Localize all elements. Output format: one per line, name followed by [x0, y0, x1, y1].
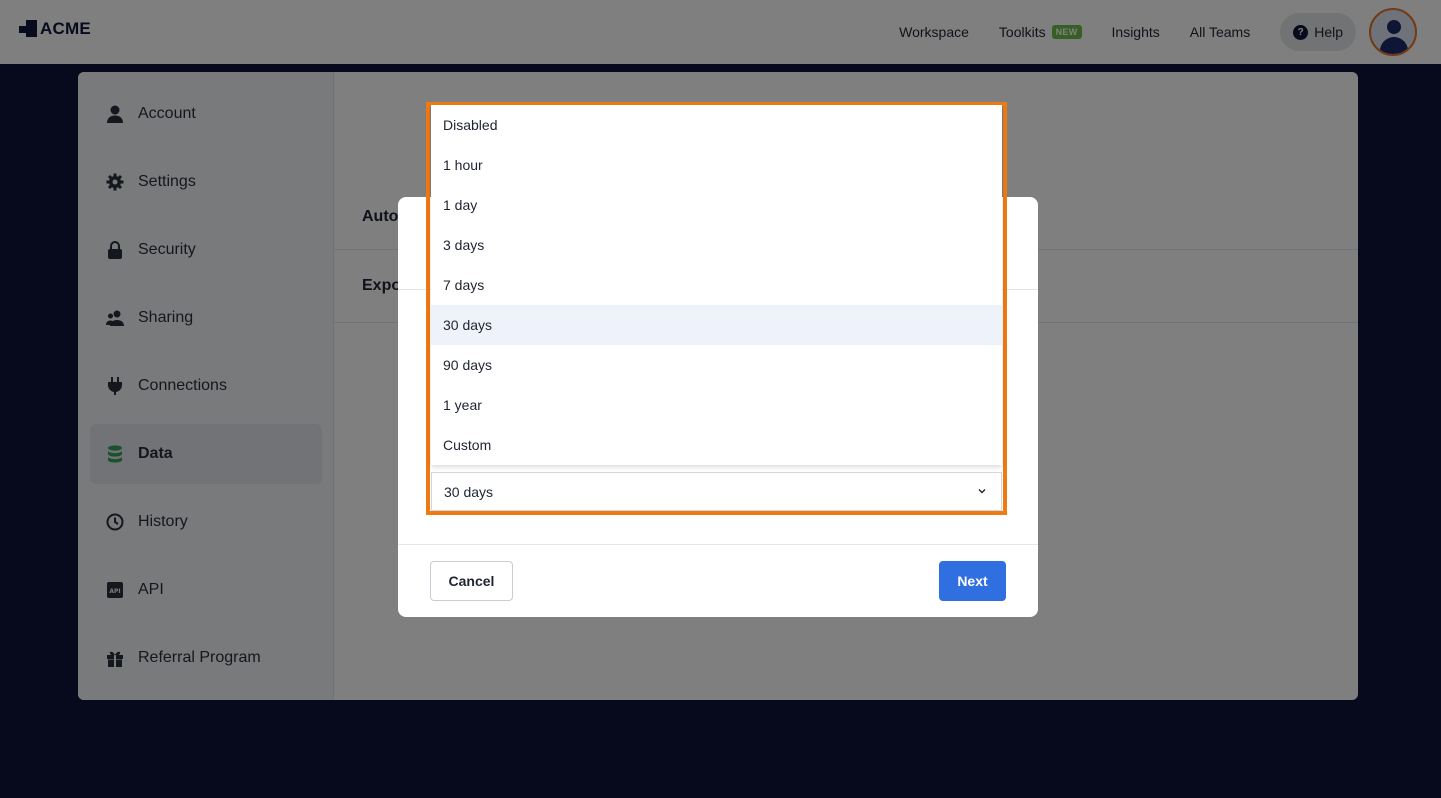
select-value: 30 days [444, 483, 494, 500]
dropdown-option-1-hour[interactable]: 1 hour [431, 145, 1002, 185]
next-button[interactable]: Next [939, 561, 1006, 601]
dropdown-option-3-days[interactable]: 3 days [431, 225, 1002, 265]
dropdown-option-custom[interactable]: Custom [431, 425, 1002, 465]
retention-select[interactable]: 30 days [431, 472, 1002, 511]
chevron-down-icon [978, 489, 986, 494]
dropdown-option-90-days[interactable]: 90 days [431, 345, 1002, 385]
dropdown-option-disabled[interactable]: Disabled [431, 105, 1002, 145]
cancel-button[interactable]: Cancel [430, 561, 513, 601]
divider [398, 544, 1038, 545]
dropdown-option-7-days[interactable]: 7 days [431, 265, 1002, 305]
dropdown-option-30-days[interactable]: 30 days [431, 305, 1002, 345]
dropdown-option-1-year[interactable]: 1 year [431, 385, 1002, 425]
dropdown-option-1-day[interactable]: 1 day [431, 185, 1002, 225]
dropdown-options-list: Disabled 1 hour 1 day 3 days 7 days 30 d… [431, 105, 1002, 465]
